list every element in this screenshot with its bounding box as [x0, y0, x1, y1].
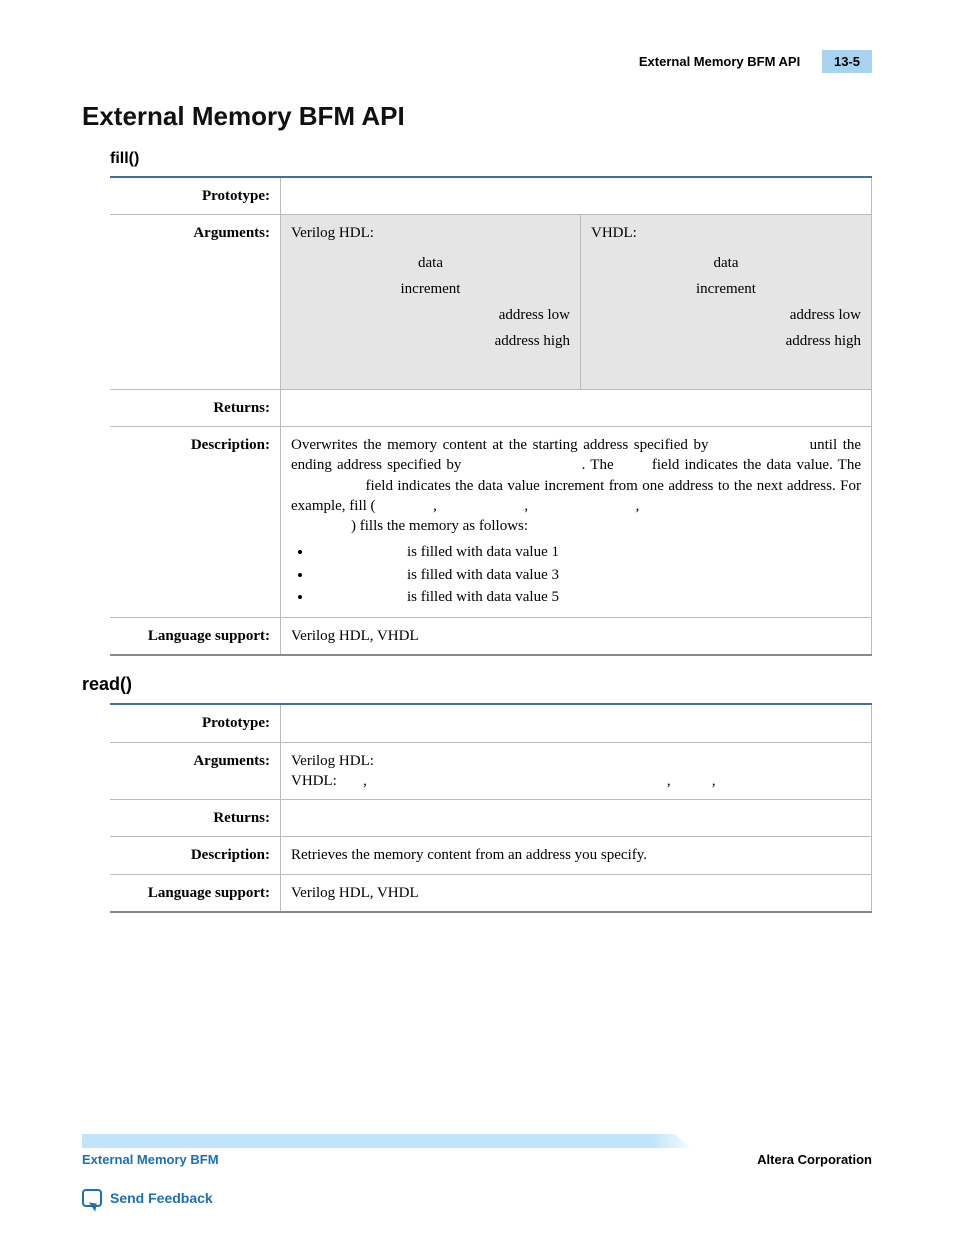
desc-text: ) fills the memory as follows: — [351, 518, 528, 534]
read-table: Prototype: Arguments: Verilog HDL: VHDL:… — [110, 703, 872, 913]
page-title: External Memory BFM API — [82, 101, 872, 132]
fill-heading: fill() — [110, 150, 872, 168]
read-arguments-label: Arguments: — [111, 742, 281, 800]
desc-text: , — [636, 498, 640, 514]
fill-table: Prototype: Arguments: Verilog HDL: data … — [110, 176, 872, 656]
read-returns-label: Returns: — [111, 800, 281, 837]
fill-args-verilog: Verilog HDL: data increment address low … — [281, 215, 581, 390]
read-lang-value: Verilog HDL, VHDL — [281, 874, 872, 912]
arg-increment-vhdl: increment — [591, 276, 861, 302]
desc-text: . The — [582, 457, 614, 473]
read-arguments-value: Verilog HDL: VHDL: , , , — [281, 742, 872, 800]
vhdl-label: VHDL: — [591, 225, 637, 241]
list-item: is filled with data value 5 — [313, 587, 861, 607]
read-description-label: Description: — [111, 837, 281, 874]
send-feedback[interactable]: Send Feedback — [82, 1189, 872, 1207]
read-lang-label: Language support: — [111, 874, 281, 912]
desc-text: field indicates the data value increment… — [365, 478, 782, 494]
verilog-hdl-label: Verilog HDL: — [291, 751, 861, 771]
arg-address-high-vhdl: address high — [591, 328, 861, 354]
arg-increment: increment — [291, 276, 570, 302]
arg-data: data — [291, 250, 570, 276]
fill-args-vhdl: VHDL: data increment address low address… — [581, 215, 872, 390]
send-feedback-link[interactable]: Send Feedback — [110, 1190, 213, 1206]
feedback-icon — [82, 1189, 102, 1207]
fill-arguments-label: Arguments: — [111, 215, 281, 390]
fill-returns-label: Returns: — [111, 389, 281, 426]
desc-text: , — [524, 498, 528, 514]
page-header: External Memory BFM API 13-5 — [82, 50, 872, 73]
arg-address-low-vhdl: address low — [591, 302, 861, 328]
list-item: is filled with data value 3 — [313, 565, 861, 585]
arg-address-high: address high — [291, 328, 570, 354]
fill-lang-value: Verilog HDL, VHDL — [281, 618, 872, 656]
desc-text: , — [433, 498, 437, 514]
desc-text: until — [810, 437, 838, 453]
read-description-value: Retrieves the memory content from an add… — [281, 837, 872, 874]
vhdl-args-line: VHDL: , , , — [291, 771, 861, 791]
footer-section-link[interactable]: External Memory BFM — [82, 1152, 219, 1167]
page-footer: External Memory BFM Altera Corporation S… — [82, 1134, 872, 1207]
footer-decorative-bar — [82, 1134, 872, 1148]
fill-lang-label: Language support: — [111, 618, 281, 656]
desc-text: Overwrites the memory content at the sta… — [291, 437, 708, 453]
footer-corporation: Altera Corporation — [757, 1152, 872, 1167]
fill-bullet-list: is filled with data value 1 is filled wi… — [313, 542, 861, 607]
running-title: External Memory BFM API — [639, 54, 800, 69]
list-item: is filled with data value 1 — [313, 542, 861, 562]
fill-prototype-value — [281, 177, 872, 215]
read-returns-value — [281, 800, 872, 837]
read-prototype-label: Prototype: — [111, 704, 281, 742]
read-heading: read() — [82, 674, 872, 695]
fill-prototype-label: Prototype: — [111, 177, 281, 215]
fill-description-label: Description: — [111, 427, 281, 618]
desc-text: field indicates the data value. — [652, 457, 833, 473]
fill-returns-value — [281, 389, 872, 426]
fill-description: Overwrites the memory content at the sta… — [281, 427, 872, 618]
page-number-tag: 13-5 — [822, 50, 872, 73]
desc-text: The — [838, 457, 861, 473]
arg-data-vhdl: data — [591, 250, 861, 276]
read-prototype-value — [281, 704, 872, 742]
verilog-hdl-label: Verilog HDL: — [291, 225, 374, 241]
arg-address-low: address low — [291, 302, 570, 328]
